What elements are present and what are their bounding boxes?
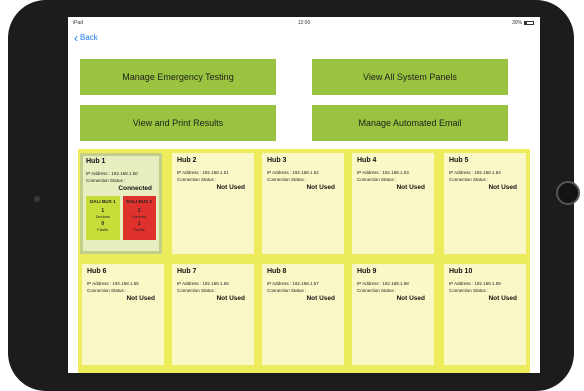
bus-devices-label: Devices [95,214,110,219]
hub-connection-label: Connection Status : [267,288,307,293]
status-bar: iPad 12:00 30% [68,17,540,29]
hub-connection-status: Not Used [216,184,245,191]
back-label: Back [80,33,98,42]
hub-title: Hub 5 [449,157,469,164]
hub-ip: IP Address : 192.168.1.53 [357,170,409,175]
battery-icon [524,21,534,25]
hub-connection-label: Connection Status : [267,177,307,182]
hub-connection-label: Connection Status : [357,177,397,182]
clock: 12:00 [297,20,311,26]
battery-indicator: 30% [512,20,534,26]
bus-row: DALI BUS 1 1 Devices 0 Faults DALI BUS 2… [86,196,156,240]
hub-title: Hub 9 [357,268,377,275]
back-button[interactable]: ‹ Back [74,30,98,45]
hub-tile-7[interactable]: Hub 7 IP Address : 192.168.1.56 Connecti… [172,264,254,365]
hub-title: Hub 3 [267,157,287,164]
hub-connection-label: Connection Status : [177,177,217,182]
hub-tile-6[interactable]: Hub 6 IP Address : 192.168.1.55 Connecti… [82,264,164,365]
manage-emergency-testing-button[interactable]: Manage Emergency Testing [80,59,276,95]
hub-tile-10[interactable]: Hub 10 IP Address : 192.168.1.59 Connect… [444,264,526,365]
hub-title: Hub 4 [357,157,377,164]
battery-percent: 30% [511,20,522,26]
hub-tile-8[interactable]: Hub 8 IP Address : 192.168.1.57 Connecti… [262,264,344,365]
hub-connection-status: Not Used [306,184,335,191]
hub-ip: IP Address : 192.168.1.50 [86,171,138,176]
hub-title: Hub 2 [177,157,197,164]
hub-title: Hub 6 [87,268,107,275]
hub-ip: IP Address : 192.168.1.58 [357,281,409,286]
hub-tile-3[interactable]: Hub 3 IP Address : 192.168.1.52 Connecti… [262,153,344,254]
hub-connection-status: Not Used [396,184,425,191]
hub-grid: Hub 1 IP Address : 192.168.1.50 Connecti… [78,149,530,373]
hub-connection-label: Connection Status : [449,177,489,182]
hub-ip: IP Address : 192.168.1.59 [449,281,501,286]
hub-title: Hub 1 [86,158,106,165]
bus-title: DALI BUS 1 [89,199,116,204]
hub-tile-1[interactable]: Hub 1 IP Address : 192.168.1.50 Connecti… [80,153,162,254]
hub-tile-2[interactable]: Hub 2 IP Address : 192.168.1.51 Connecti… [172,153,254,254]
camera-icon [34,196,40,202]
hub-tile-4[interactable]: Hub 4 IP Address : 192.168.1.53 Connecti… [352,153,434,254]
dali-bus-2[interactable]: DALI BUS 2 2 Devices 1 Faults [122,196,156,240]
hub-title: Hub 7 [177,268,197,275]
hub-connection-status: Not Used [488,295,517,302]
view-all-system-panels-button[interactable]: View All System Panels [312,59,508,95]
app-screen: iPad 12:00 30% ‹ Back Manage Emergency T… [68,17,540,373]
hub-ip: IP Address : 192.168.1.56 [177,281,229,286]
hub-connection-status: Not Used [306,295,335,302]
hub-ip: IP Address : 192.168.1.52 [267,170,319,175]
hub-connection-status: Not Used [216,295,245,302]
hub-ip: IP Address : 192.168.1.54 [449,170,501,175]
chevron-left-icon: ‹ [74,30,78,45]
hub-connection-status: Not Used [488,184,517,191]
hub-ip: IP Address : 192.168.1.55 [87,281,139,286]
bus-title: DALI BUS 2 [126,199,153,204]
hub-title: Hub 10 [449,268,473,275]
hub-connection-label: Connection Status : [86,178,126,183]
manage-automated-email-button[interactable]: Manage Automated Email [312,105,508,141]
hub-connection-status: Not Used [396,295,425,302]
bus-faults-label: Faults [133,227,145,232]
bus-faults-label: Faults [97,227,109,232]
hub-ip: IP Address : 192.168.1.57 [267,281,319,286]
hub-connection-label: Connection Status : [177,288,217,293]
hub-connection-label: Connection Status : [449,288,489,293]
bus-devices-label: Devices [132,214,147,219]
hub-connection-status: Not Used [126,295,155,302]
ipad-frame: iPad 12:00 30% ‹ Back Manage Emergency T… [8,0,580,391]
hub-connection-label: Connection Status : [87,288,127,293]
hub-ip: IP Address : 192.168.1.51 [177,170,229,175]
hub-connection-status: Connected [118,185,152,192]
view-and-print-results-button[interactable]: View and Print Results [80,105,276,141]
home-button[interactable] [556,181,580,205]
hub-tile-9[interactable]: Hub 9 IP Address : 192.168.1.58 Connecti… [352,264,434,365]
nav-bar: ‹ Back [68,29,540,49]
dali-bus-1[interactable]: DALI BUS 1 1 Devices 0 Faults [86,196,120,240]
hub-connection-label: Connection Status : [357,288,397,293]
hub-title: Hub 8 [267,268,287,275]
hub-tile-5[interactable]: Hub 5 IP Address : 192.168.1.54 Connecti… [444,153,526,254]
